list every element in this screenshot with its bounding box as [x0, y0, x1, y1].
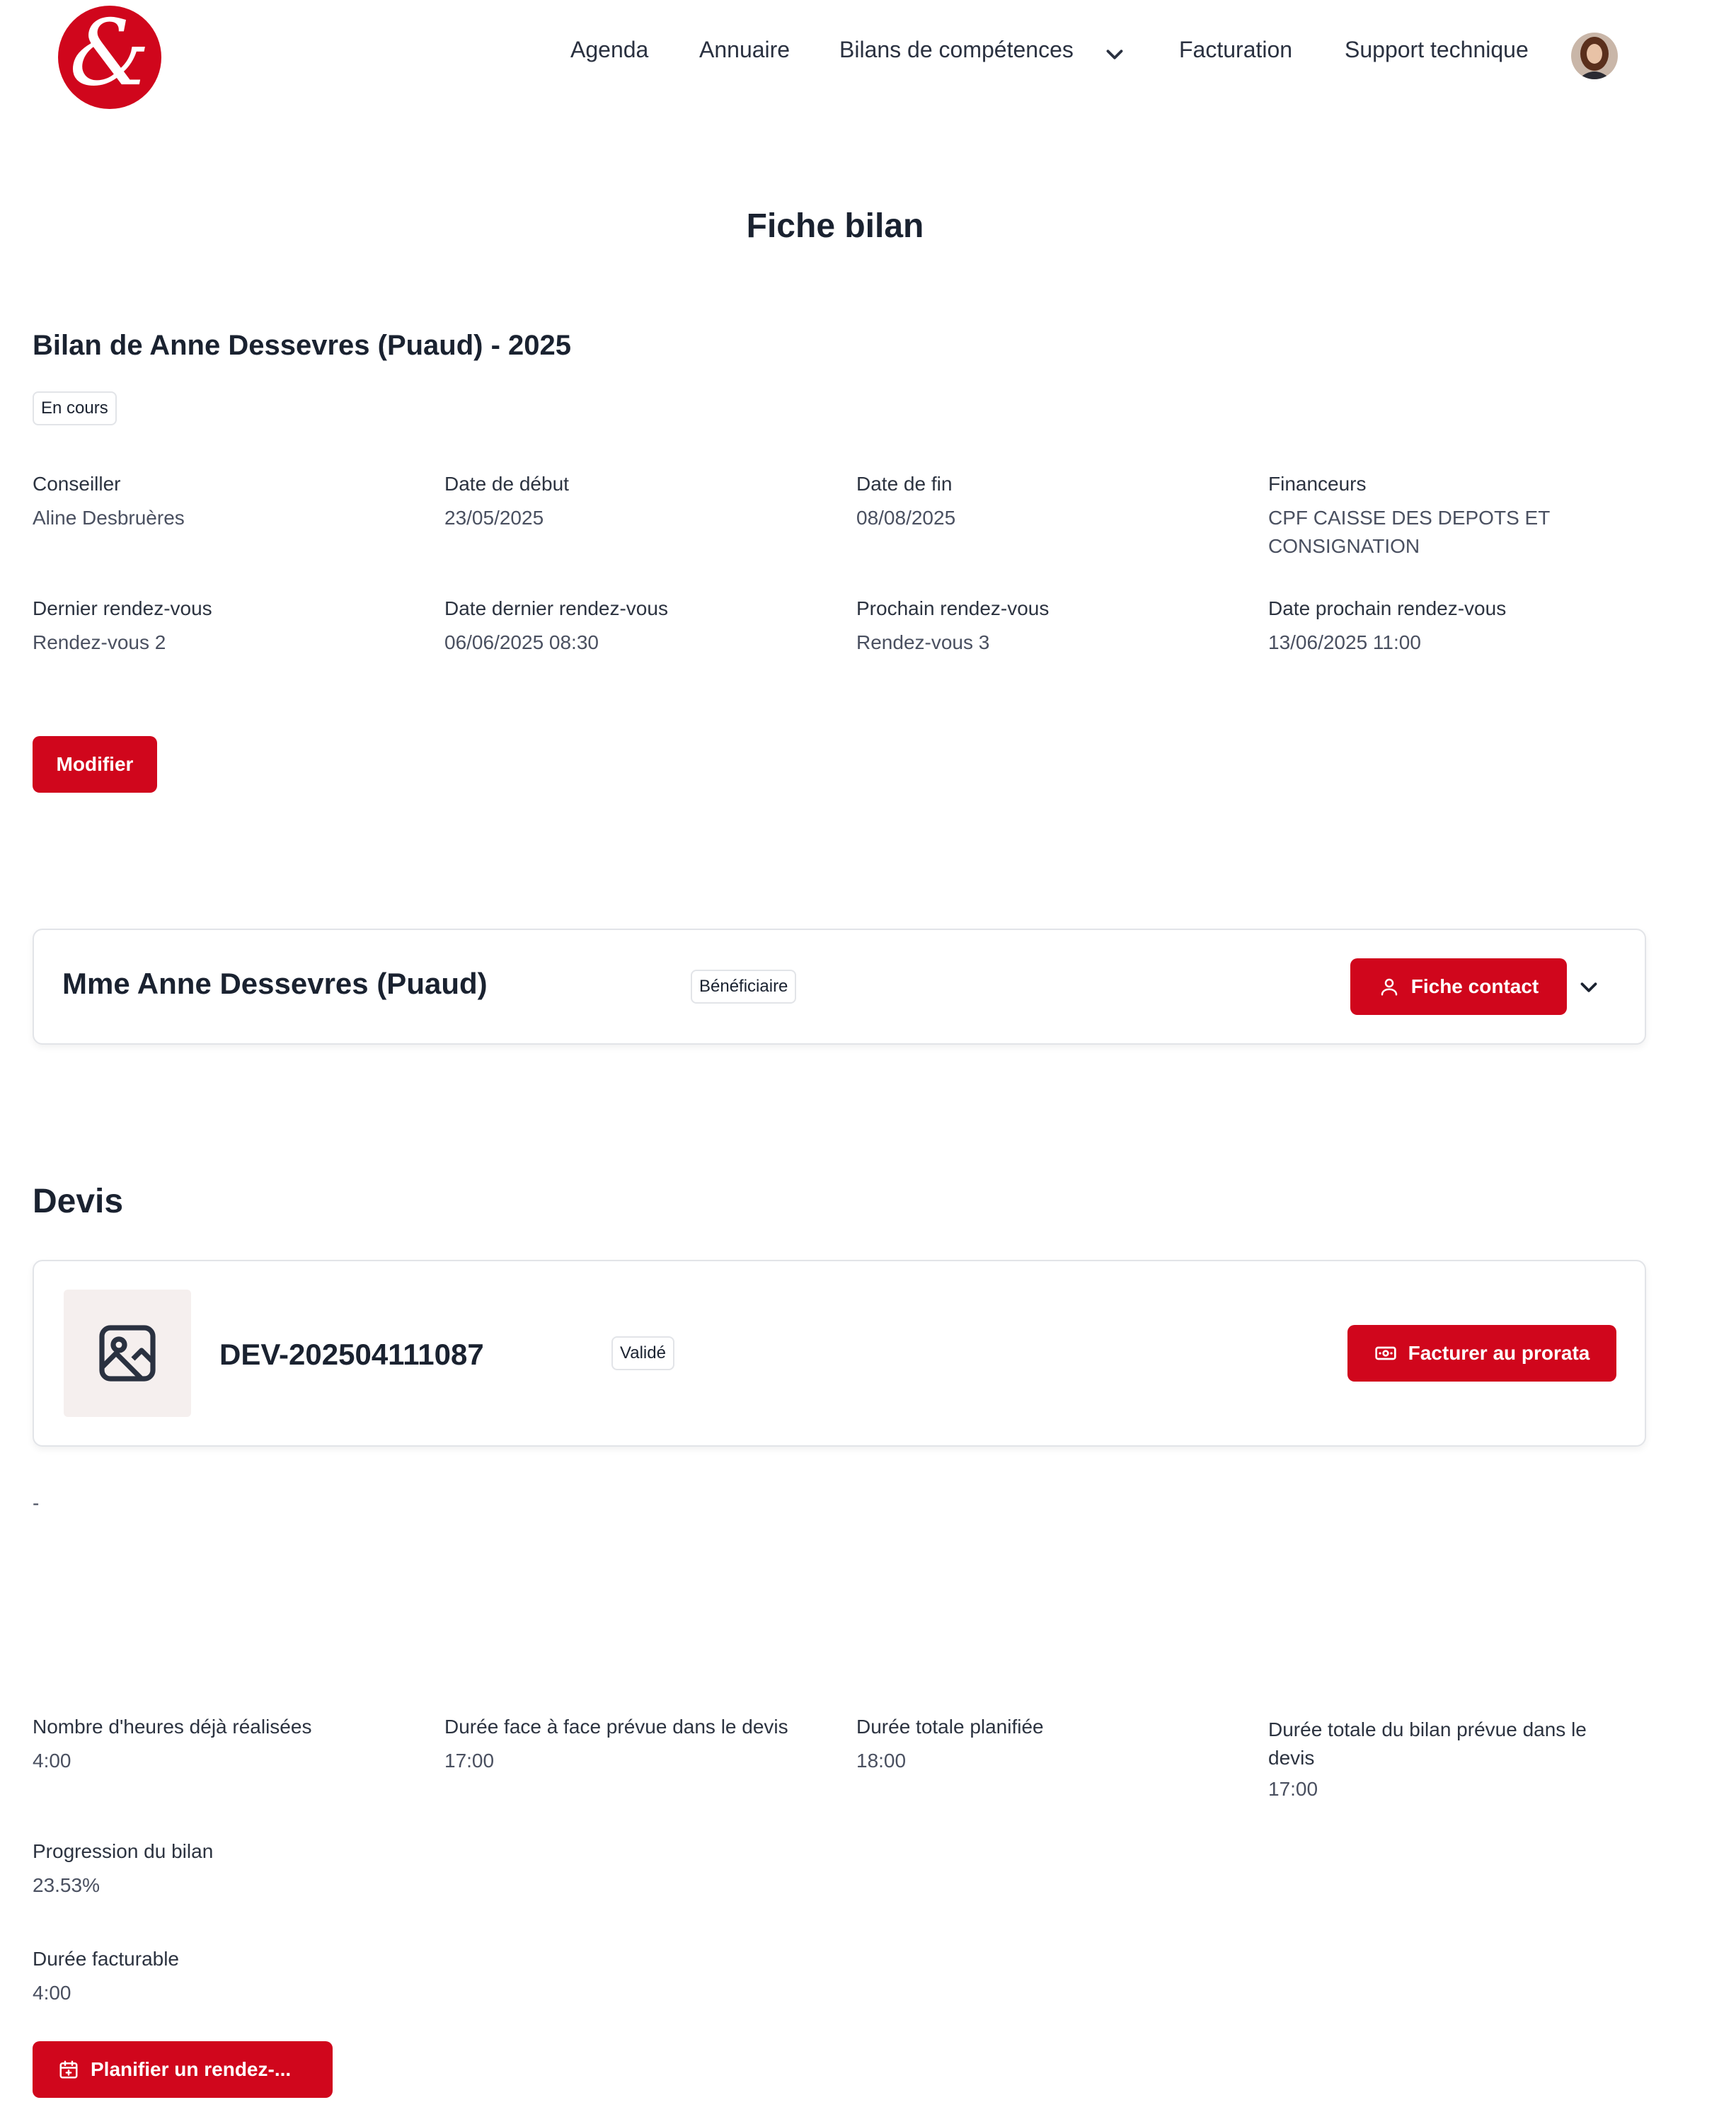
date-prochain-rdv-value: 13/06/2025 11:00: [1268, 631, 1421, 653]
user-icon: [1381, 978, 1397, 996]
devis-status-badge: Validé: [611, 1336, 674, 1370]
prochain-rdv-label: Prochain rendez-vous: [856, 597, 1050, 619]
devis-heading: Devis: [33, 1183, 124, 1220]
planifier-rdv-button[interactable]: Planifier un rendez-...: [33, 2041, 333, 2098]
duree-planifiee-label: Durée totale planifiée: [856, 1716, 1044, 1738]
nav-agenda[interactable]: Agenda: [570, 37, 648, 63]
progression-value: 23.53%: [33, 1874, 100, 1896]
nav-annuaire[interactable]: Annuaire: [699, 37, 790, 63]
nav-bilans[interactable]: Bilans de compétences: [839, 37, 1074, 63]
avatar[interactable]: [1571, 33, 1618, 79]
image-icon: [99, 1325, 156, 1382]
devis-card: DEV-202504111087 Validé Facturer au pror…: [33, 1260, 1646, 1447]
duree-bilan-value: 17:00: [1268, 1778, 1318, 1800]
logo[interactable]: &: [58, 6, 161, 109]
progression-label: Progression du bilan: [33, 1840, 214, 1862]
logo-symbol: &: [69, 1, 150, 106]
date-fin-value: 08/08/2025: [856, 507, 956, 529]
date-prochain-rdv-label: Date prochain rendez-vous: [1268, 597, 1507, 619]
banknote-icon: [1374, 1346, 1396, 1360]
beneficiaire-name: Mme Anne Dessevres (Puaud): [62, 967, 488, 1000]
heures-realisees-label: Nombre d'heures déjà réalisées: [33, 1716, 312, 1738]
devis-thumbnail: [64, 1290, 191, 1417]
page-title: Fiche bilan: [746, 207, 924, 245]
date-debut-value: 23/05/2025: [444, 507, 544, 529]
dernier-rdv-label: Dernier rendez-vous: [33, 597, 212, 619]
duree-facturable-label: Durée facturable: [33, 1948, 180, 1970]
status-badge: En cours: [33, 391, 117, 425]
chevron-down-icon[interactable]: [1575, 974, 1602, 1001]
nav-facturation[interactable]: Facturation: [1179, 37, 1292, 63]
devis-reference: DEV-202504111087: [219, 1338, 484, 1371]
planifier-rdv-label: Planifier un rendez-...: [91, 2058, 292, 2080]
calendar-plus-icon: [59, 2060, 78, 2079]
date-dernier-rdv-value: 06/06/2025 08:30: [444, 631, 599, 653]
bilan-title: Bilan de Anne Dessevres (Puaud) - 2025: [33, 330, 572, 361]
heures-realisees-value: 4:00: [33, 1750, 71, 1772]
fiche-contact-button[interactable]: Fiche contact: [1350, 958, 1567, 1015]
conseiller-label: Conseiller: [33, 473, 121, 495]
facturer-prorata-button[interactable]: Facturer au prorata: [1347, 1325, 1616, 1382]
prochain-rdv-value: Rendez-vous 3: [856, 631, 990, 653]
fiche-contact-label: Fiche contact: [1410, 975, 1539, 997]
facturer-prorata-label: Facturer au prorata: [1408, 1342, 1590, 1364]
duree-facturable-value: 4:00: [33, 1982, 71, 2004]
duree-face-value: 17:00: [444, 1750, 495, 1772]
duree-bilan-label: Durée totale du bilan prévue dans le dev…: [1268, 1718, 1587, 1769]
devis-empty-dash: -: [33, 1492, 40, 1514]
financeurs-label: Financeurs: [1268, 473, 1367, 495]
date-debut-label: Date de début: [444, 473, 569, 495]
conseiller-value: Aline Desbruères: [33, 507, 185, 529]
date-dernier-rdv-label: Date dernier rendez-vous: [444, 597, 668, 619]
duree-face-label: Durée face à face prévue dans le devis: [444, 1716, 788, 1738]
beneficiaire-card: Mme Anne Dessevres (Puaud) Bénéficiaire …: [33, 929, 1646, 1045]
beneficiaire-badge: Bénéficiaire: [691, 970, 797, 1004]
duree-planifiee-value: 18:00: [856, 1750, 907, 1772]
nav-support[interactable]: Support technique: [1345, 37, 1529, 63]
chevron-down-icon[interactable]: [1101, 41, 1128, 68]
modifier-button[interactable]: Modifier: [33, 736, 157, 793]
financeurs-value: CPF CAISSE DES DEPOTS ET CONSIGNATION: [1268, 507, 1550, 557]
dernier-rdv-value: Rendez-vous 2: [33, 631, 166, 653]
date-fin-label: Date de fin: [856, 473, 953, 495]
